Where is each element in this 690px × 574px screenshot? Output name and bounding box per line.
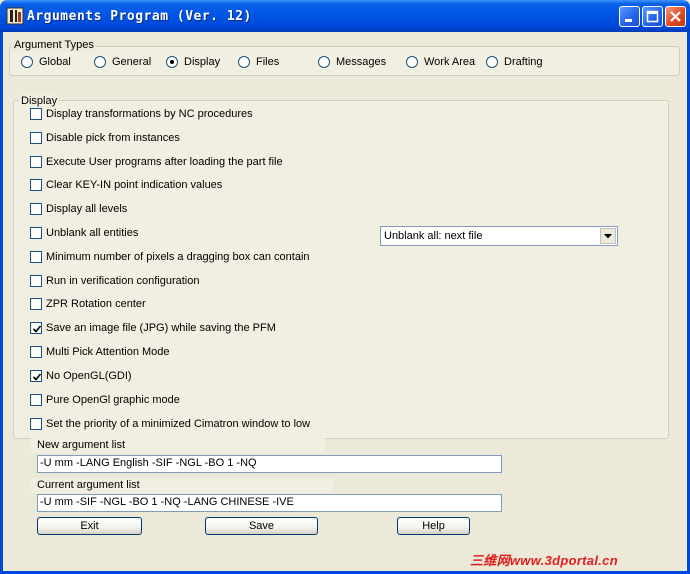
checkbox-label: Disable pick from instances xyxy=(46,132,180,144)
exit-button[interactable]: Exit xyxy=(37,517,142,535)
save-button[interactable]: Save xyxy=(205,517,318,535)
unblank-dropdown-value: Unblank all: next file xyxy=(384,230,483,242)
checkbox-box[interactable] xyxy=(30,132,42,144)
radio-files-label: Files xyxy=(256,56,280,68)
radio-messages-label: Messages xyxy=(336,56,387,68)
radio-drafting[interactable]: Drafting xyxy=(486,56,543,68)
radio-messages-dot[interactable] xyxy=(318,56,330,68)
checkbox-clear-key-in[interactable]: Clear KEY-IN point indication values xyxy=(30,179,222,191)
radio-messages[interactable]: Messages xyxy=(318,56,386,68)
display-group xyxy=(13,100,669,439)
checkbox-label: ZPR Rotation center xyxy=(46,298,146,310)
checkbox-multi-pick[interactable]: Multi Pick Attention Mode xyxy=(30,346,170,358)
radio-general[interactable]: General xyxy=(94,56,151,68)
close-button[interactable] xyxy=(665,6,686,27)
radio-drafting-dot[interactable] xyxy=(486,56,498,68)
maximize-button[interactable] xyxy=(642,6,663,27)
checkbox-display-all-levels[interactable]: Display all levels xyxy=(30,203,127,215)
checkbox-box[interactable] xyxy=(30,394,42,406)
checkbox-box[interactable] xyxy=(30,322,42,334)
argument-types-legend: Argument Types xyxy=(12,39,96,51)
radio-global-dot[interactable] xyxy=(21,56,33,68)
radio-work-area-dot[interactable] xyxy=(406,56,418,68)
current-argument-label: Current argument list xyxy=(37,479,140,491)
window-title: Arguments Program (Ver. 12) xyxy=(27,9,252,24)
checkbox-label: No OpenGL(GDI) xyxy=(46,370,132,382)
checkbox-zpr-rotation[interactable]: ZPR Rotation center xyxy=(30,298,146,310)
checkbox-box[interactable] xyxy=(30,370,42,382)
radio-general-dot[interactable] xyxy=(94,56,106,68)
radio-files-dot[interactable] xyxy=(238,56,250,68)
checkbox-box[interactable] xyxy=(30,108,42,120)
checkbox-label: Set the priority of a minimized Cimatron… xyxy=(46,418,311,430)
checkbox-label: Multi Pick Attention Mode xyxy=(46,346,170,358)
app-icon xyxy=(6,7,24,25)
checkbox-execute-user-programs[interactable]: Execute User programs after loading the … xyxy=(30,156,283,168)
checkmark-icon xyxy=(32,373,42,381)
radio-work-area-label: Work Area xyxy=(424,56,476,68)
checkbox-display-transformations[interactable]: Display transformations by NC procedures xyxy=(30,108,253,120)
checkmark-icon xyxy=(32,325,42,333)
checkbox-minimum-pixels[interactable]: Minimum number of pixels a dragging box … xyxy=(30,251,310,263)
help-button[interactable]: Help xyxy=(397,517,470,535)
radio-display-label: Display xyxy=(184,56,221,68)
radio-work-area[interactable]: Work Area xyxy=(406,56,475,68)
checkbox-label: Run in verification configuration xyxy=(46,275,200,287)
close-icon xyxy=(670,11,681,22)
checkbox-unblank-all-entities[interactable]: Unblank all entities xyxy=(30,227,138,239)
dropdown-arrow-button[interactable] xyxy=(600,228,616,244)
new-argument-label: New argument list xyxy=(37,439,126,451)
minimize-icon xyxy=(625,19,632,22)
checkbox-label: Clear KEY-IN point indication values xyxy=(46,179,223,191)
checkbox-box[interactable] xyxy=(30,203,42,215)
checkbox-box[interactable] xyxy=(30,418,42,430)
radio-general-label: General xyxy=(112,56,152,68)
checkbox-label: Display transformations by NC procedures xyxy=(46,108,253,120)
checkbox-box[interactable] xyxy=(30,275,42,287)
radio-files[interactable]: Files xyxy=(238,56,279,68)
checkbox-box[interactable] xyxy=(30,251,42,263)
unblank-dropdown[interactable]: Unblank all: next file xyxy=(380,226,618,246)
checkbox-label: Execute User programs after loading the … xyxy=(46,156,283,168)
radio-drafting-label: Drafting xyxy=(504,56,543,68)
watermark-text: 三维网www.3dportal.cn xyxy=(470,553,618,568)
checkbox-save-image-jpg[interactable]: Save an image file (JPG) while saving th… xyxy=(30,322,276,334)
checkbox-box[interactable] xyxy=(30,227,42,239)
radio-display-dot[interactable] xyxy=(166,56,178,68)
checkbox-label: Save an image file (JPG) while saving th… xyxy=(46,322,276,334)
maximize-icon xyxy=(646,10,659,23)
checkbox-label: Minimum number of pixels a dragging box … xyxy=(46,251,310,263)
checkbox-pure-opengl[interactable]: Pure OpenGl graphic mode xyxy=(30,394,180,406)
display-legend: Display xyxy=(19,95,60,107)
chevron-down-icon xyxy=(604,233,612,238)
checkbox-box[interactable] xyxy=(30,298,42,310)
title-bar[interactable]: Arguments Program (Ver. 12) xyxy=(0,0,690,32)
checkbox-label: Unblank all entities xyxy=(46,227,139,239)
checkbox-box[interactable] xyxy=(30,156,42,168)
radio-global-label: Global xyxy=(39,56,71,68)
checkbox-run-verification[interactable]: Run in verification configuration xyxy=(30,275,199,287)
radio-global[interactable]: Global xyxy=(21,56,71,68)
new-argument-input[interactable]: -U mm -LANG English -SIF -NGL -BO 1 -NQ xyxy=(37,455,502,473)
checkbox-label: Pure OpenGl graphic mode xyxy=(46,394,180,406)
current-argument-input[interactable]: -U mm -SIF -NGL -BO 1 -NQ -LANG CHINESE … xyxy=(37,494,502,512)
checkbox-disable-pick[interactable]: Disable pick from instances xyxy=(30,132,180,144)
checkbox-minimized-priority[interactable]: Set the priority of a minimized Cimatron… xyxy=(30,418,310,430)
checkbox-box[interactable] xyxy=(30,179,42,191)
checkbox-label: Display all levels xyxy=(46,203,128,215)
checkbox-no-opengl[interactable]: No OpenGL(GDI) xyxy=(30,370,132,382)
minimize-button[interactable] xyxy=(619,6,640,27)
checkbox-box[interactable] xyxy=(30,346,42,358)
radio-display[interactable]: Display xyxy=(166,56,220,68)
